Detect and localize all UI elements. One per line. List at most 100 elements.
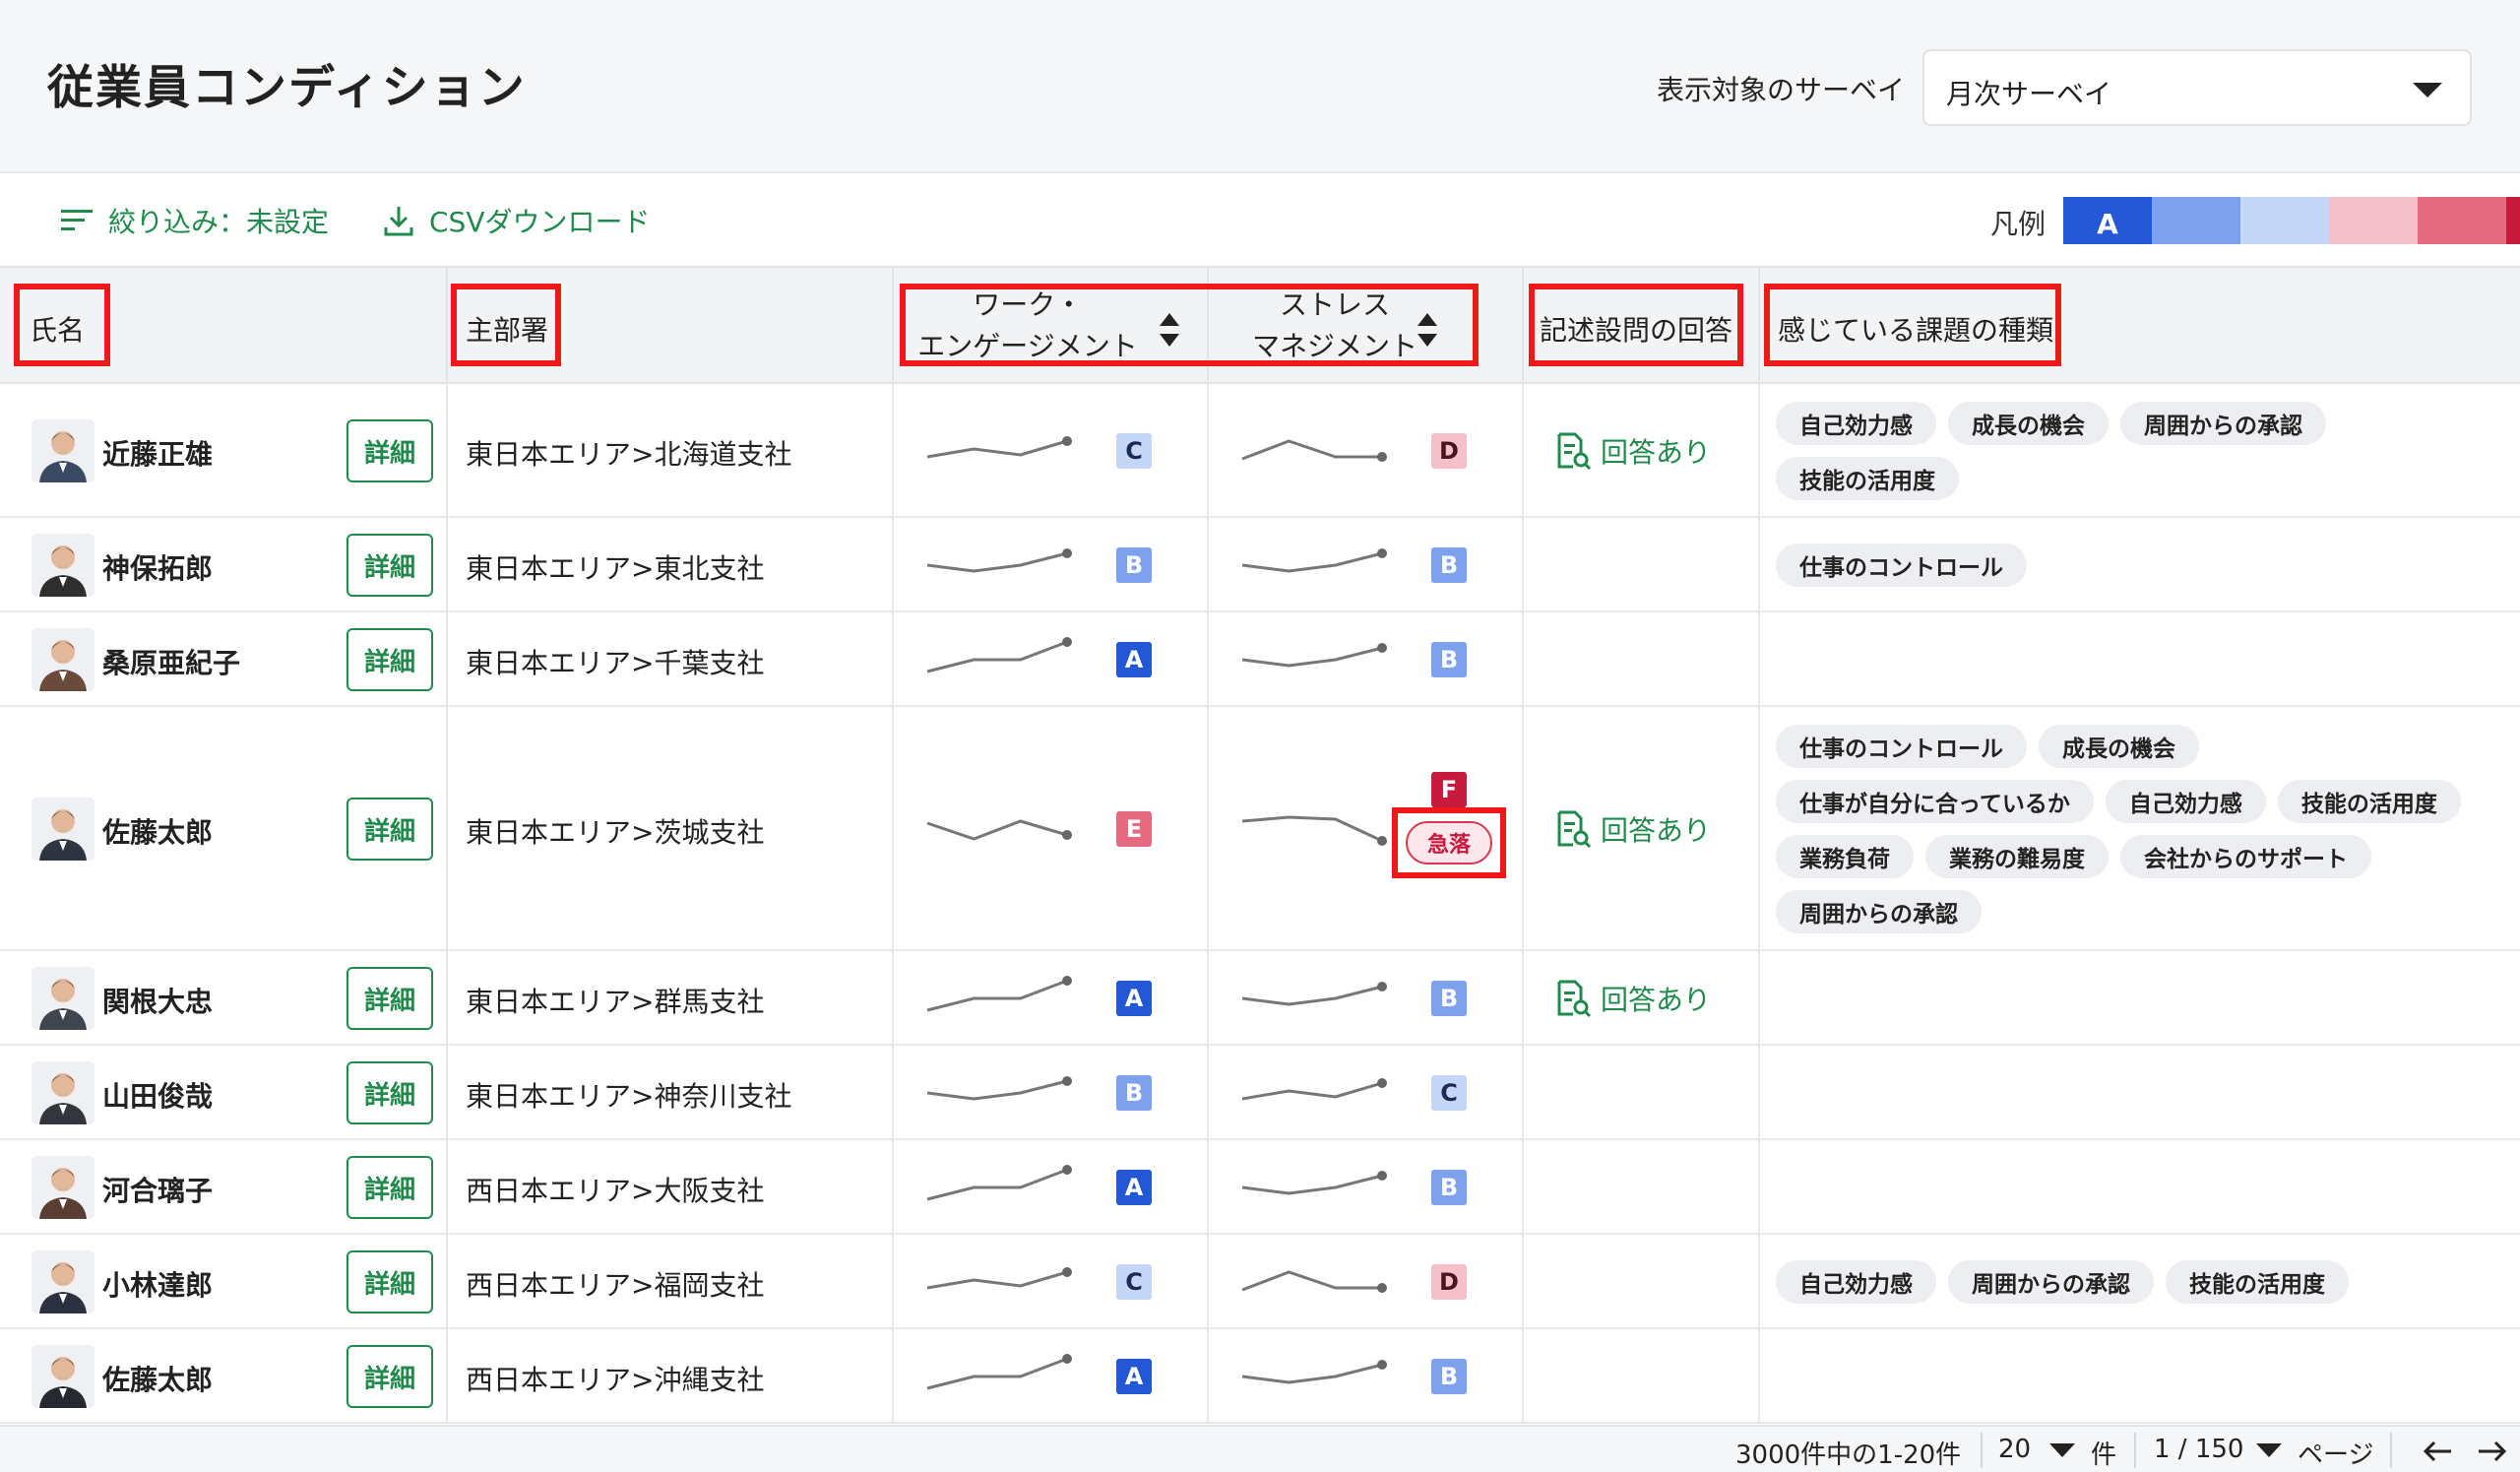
stress-management-sparkline (1236, 973, 1390, 1028)
column-header-issues: 感じている課題の種類 (1778, 314, 2054, 347)
cell-free-answer (1524, 1046, 1760, 1138)
column-header-stress-management[interactable]: ストレス マネジメント (1209, 268, 1524, 384)
detail-button[interactable]: 詳細 (346, 1345, 433, 1408)
stress-management-sparkline (1236, 634, 1390, 689)
cell-issues (1760, 1046, 2520, 1138)
sparkline-path (1241, 551, 1383, 573)
sort-icon[interactable] (1418, 313, 1437, 347)
per-page-value[interactable]: 20 (1998, 1435, 2031, 1464)
cell-issues (1760, 1140, 2520, 1233)
survey-select-value: 月次サーベイ (1946, 78, 2112, 110)
cell-name: 近藤正雄 詳細 (0, 384, 448, 516)
sparkline-endpoint (1062, 1076, 1072, 1086)
cell-stress-management: C (1209, 1046, 1524, 1138)
cell-name: 佐藤太郎 詳細 (0, 1329, 448, 1422)
work-engagement-sparkline (921, 973, 1075, 1028)
filter-button[interactable]: 絞り込み：未設定 (59, 201, 329, 240)
work-engagement-grade: B (1116, 547, 1152, 583)
survey-select[interactable]: 月次サーベイ (1922, 49, 2472, 126)
sparkline-endpoint (1377, 643, 1387, 653)
issue-tag-list: 自己効力感 成長の機会 周囲からの承認 技能の活用度 (1776, 402, 2494, 500)
column-header-work-engagement[interactable]: ワーク・ エンゲージメント (894, 268, 1209, 384)
sparkline-path (926, 1357, 1068, 1390)
free-answer-link[interactable]: 回答あり (1553, 979, 1711, 1018)
cell-stress-management: B (1209, 518, 1524, 610)
legend-swatch-f: F (2506, 197, 2520, 244)
cell-work-engagement: A (894, 1329, 1209, 1422)
page-indicator[interactable]: 1 / 150 (2154, 1435, 2243, 1464)
detail-button[interactable]: 詳細 (346, 798, 433, 861)
detail-button[interactable]: 詳細 (346, 628, 433, 691)
cell-dept: 東日本エリア>茨城支社 (448, 707, 894, 949)
stress-management-grade: C (1431, 1075, 1467, 1111)
sparkline-path (1241, 1081, 1383, 1101)
detail-button[interactable]: 詳細 (346, 534, 433, 597)
table-row: 河合璃子 詳細 西日本エリア>大阪支社 A B (0, 1140, 2520, 1235)
cell-free-answer (1524, 1235, 1760, 1327)
table-row: 小林達郎 詳細 西日本エリア>福岡支社 C D 自己効力感 周囲からの承認 技能の活用度 (0, 1235, 2520, 1329)
cell-work-engagement: B (894, 518, 1209, 610)
stress-management-grade: B (1431, 981, 1467, 1016)
chevron-down-icon[interactable] (2049, 1443, 2075, 1457)
sparkline-path (926, 979, 1068, 1012)
cell-stress-management: D (1209, 384, 1524, 516)
cell-dept: 東日本エリア>神奈川支社 (448, 1046, 894, 1138)
cell-free-answer (1524, 612, 1760, 705)
work-engagement-grade: A (1116, 1170, 1152, 1205)
next-page-icon[interactable] (2477, 1439, 2508, 1464)
detail-button[interactable]: 詳細 (346, 1061, 433, 1124)
column-header-name: 氏名 (0, 268, 448, 384)
cell-work-engagement: A (894, 951, 1209, 1044)
sparkline-endpoint (1377, 1078, 1387, 1088)
employee-name: 桑原亜紀子 (102, 647, 241, 679)
cell-name: 小林達郎 詳細 (0, 1235, 448, 1327)
sparkline-path (926, 1168, 1068, 1201)
filter-label: 絞り込み：未設定 (108, 206, 330, 238)
table-row: 近藤正雄 詳細 東日本エリア>北海道支社 C D 回答あり 自己効力感 成長の機会 周囲からの承… (0, 384, 2520, 518)
free-answer-link[interactable]: 回答あり (1553, 809, 1711, 849)
employee-name: 山田俊哉 (102, 1080, 214, 1113)
detail-button[interactable]: 詳細 (346, 1250, 433, 1313)
work-engagement-sparkline (921, 1162, 1075, 1217)
detail-button[interactable]: 詳細 (346, 1156, 433, 1219)
stress-management-sparkline (1236, 803, 1390, 859)
issue-tag: 技能の活用度 (2166, 1260, 2349, 1304)
issue-tag: 仕事のコントロール (1776, 544, 2027, 587)
cell-free-answer (1524, 518, 1760, 610)
free-answer-label: 回答あり (1601, 436, 1712, 469)
cell-dept: 東日本エリア>群馬支社 (448, 951, 894, 1044)
document-search-icon (1557, 980, 1592, 1018)
chevron-down-icon[interactable] (2256, 1443, 2282, 1457)
grade-legend: A F (2063, 197, 2520, 244)
free-answer-link[interactable]: 回答あり (1553, 431, 1711, 471)
work-engagement-grade: A (1116, 981, 1152, 1016)
cell-work-engagement: B (894, 1046, 1209, 1138)
employee-name: 神保拓郎 (102, 552, 214, 585)
chevron-down-icon (2413, 83, 2442, 97)
detail-button[interactable]: 詳細 (346, 967, 433, 1030)
issue-tag: 業務負荷 (1776, 835, 1914, 878)
stress-management-grade: B (1431, 1170, 1467, 1205)
stress-management-sparkline (1236, 425, 1390, 480)
prev-page-icon[interactable] (2422, 1439, 2453, 1464)
sort-icon[interactable] (1160, 313, 1179, 347)
stress-management-sparkline (1236, 540, 1390, 595)
column-header-free-answer: 記述設問の回答 (1524, 268, 1760, 384)
table-row: 桑原亜紀子 詳細 東日本エリア>千葉支社 A B (0, 612, 2520, 707)
department: 西日本エリア>沖縄支社 (466, 1364, 765, 1396)
page-header: 従業員コンディション 表示対象のサーベイ 月次サーベイ (0, 0, 2520, 173)
page-title: 従業員コンディション (47, 61, 527, 115)
table-row: 関根大忠 詳細 東日本エリア>群馬支社 A B 回答あり (0, 951, 2520, 1046)
table-row: 山田俊哉 詳細 東日本エリア>神奈川支社 B C (0, 1046, 2520, 1140)
legend-swatch-b (2152, 197, 2240, 244)
work-engagement-sparkline (921, 1067, 1075, 1122)
work-engagement-sparkline (921, 634, 1075, 689)
csv-download-button[interactable]: CSVダウンロード (382, 201, 650, 240)
sparkline-path (926, 819, 1068, 841)
cell-work-engagement: A (894, 1140, 1209, 1233)
cell-name: 神保拓郎 詳細 (0, 518, 448, 610)
avatar (32, 1156, 94, 1219)
stress-management-sparkline (1236, 1067, 1390, 1122)
detail-button[interactable]: 詳細 (346, 419, 433, 482)
sparkline-endpoint (1377, 548, 1387, 558)
